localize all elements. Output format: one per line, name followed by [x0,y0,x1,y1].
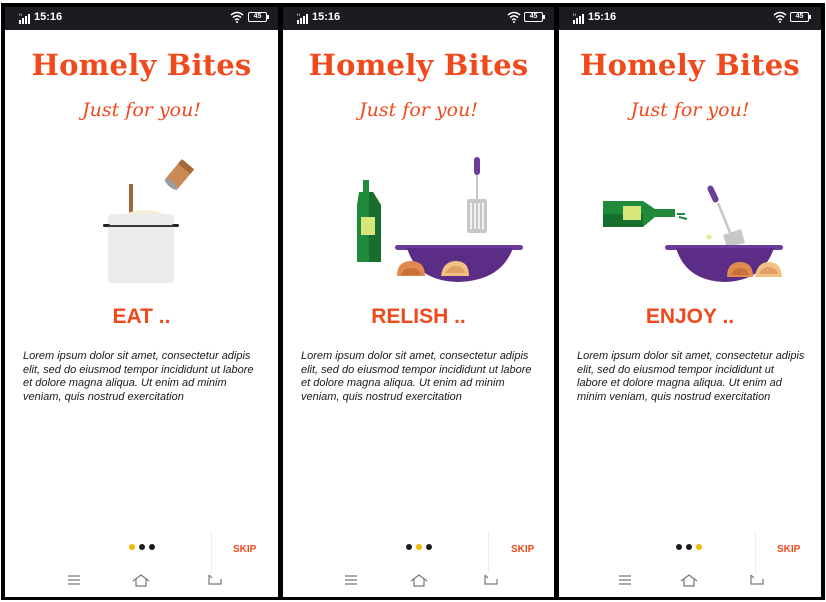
navigation-bar [5,565,278,597]
wifi-icon [230,11,244,23]
oil-bottle-spatula-wok-illustration [357,157,523,282]
signal-icon: H [573,12,584,24]
back-icon[interactable] [748,573,766,587]
status-time: 15:16 [34,11,63,23]
onboarding-description: Lorem ipsum dolor sit amet, consectetur … [301,350,532,403]
phone-frame-2: H 15:16 45 Homely Bites Just for you! RE… [279,3,558,600]
svg-text:H: H [297,12,300,17]
battery-icon: 45 [248,12,269,22]
tagline: Just for you! [359,99,478,121]
page-dot-3 [426,544,432,550]
app-title: Homely Bites [31,48,252,82]
wifi-icon [507,11,521,23]
app-title: Homely Bites [580,48,800,82]
onboarding-screen-2: H 15:16 45 Homely Bites Just for you! RE… [283,7,554,597]
onboarding-description: Lorem ipsum dolor sit amet, consectetur … [577,350,805,403]
back-icon[interactable] [482,573,500,587]
page-indicator [676,544,702,550]
page-dot-2 [686,544,692,550]
onboarding-heading: RELISH .. [371,305,466,328]
navigation-bar [559,565,821,597]
menu-icon[interactable] [65,573,83,587]
menu-icon[interactable] [616,573,634,587]
status-bar: H 15:16 45 [5,7,278,30]
status-time: 15:16 [312,11,341,23]
wifi-icon [773,11,787,23]
pot-and-salt-shaker-illustration [103,159,195,283]
tagline: Just for you! [630,99,750,121]
page-dot-1 [129,544,135,550]
battery-icon: 45 [524,12,545,22]
signal-icon: H [297,12,308,24]
skip-button[interactable]: SKIP [777,544,800,555]
svg-text:H: H [573,12,576,17]
page-indicator [406,544,432,550]
page-dot-3 [149,544,155,550]
app-title: Homely Bites [308,48,529,82]
home-icon[interactable] [680,573,698,587]
onboarding-screen-1: H 15:16 45 Homely Bites Just for you! EA… [5,7,278,597]
page-dot-2 [416,544,422,550]
page-dot-3 [696,544,702,550]
onboarding-description: Lorem ipsum dolor sit amet, consectetur … [23,350,254,403]
phone-frame-1: H 15:16 45 Homely Bites Just for you! EA… [1,3,282,600]
status-bar: H 15:16 45 [283,7,554,30]
signal-icon: H [19,12,30,24]
home-icon[interactable] [132,573,150,587]
onboarding-heading: EAT .. [112,305,171,328]
pouring-oil-wok-illustration [603,185,783,282]
page-dot-1 [406,544,412,550]
home-icon[interactable] [410,573,428,587]
menu-icon[interactable] [342,573,360,587]
battery-icon: 45 [790,12,811,22]
back-icon[interactable] [206,573,224,587]
navigation-bar [283,565,554,597]
status-bar: H 15:16 45 [559,7,821,30]
skip-button[interactable]: SKIP [233,544,256,555]
tagline: Just for you! [82,99,201,121]
phone-frame-3: H 15:16 45 Homely Bites Just for you! EN… [555,3,825,600]
page-dot-2 [139,544,145,550]
svg-text:H: H [19,12,22,17]
status-time: 15:16 [588,11,617,23]
page-dot-1 [676,544,682,550]
onboarding-screen-3: H 15:16 45 Homely Bites Just for you! EN… [559,7,821,597]
skip-button[interactable]: SKIP [511,544,534,555]
onboarding-heading: ENJOY .. [645,305,735,328]
page-indicator [129,544,155,550]
